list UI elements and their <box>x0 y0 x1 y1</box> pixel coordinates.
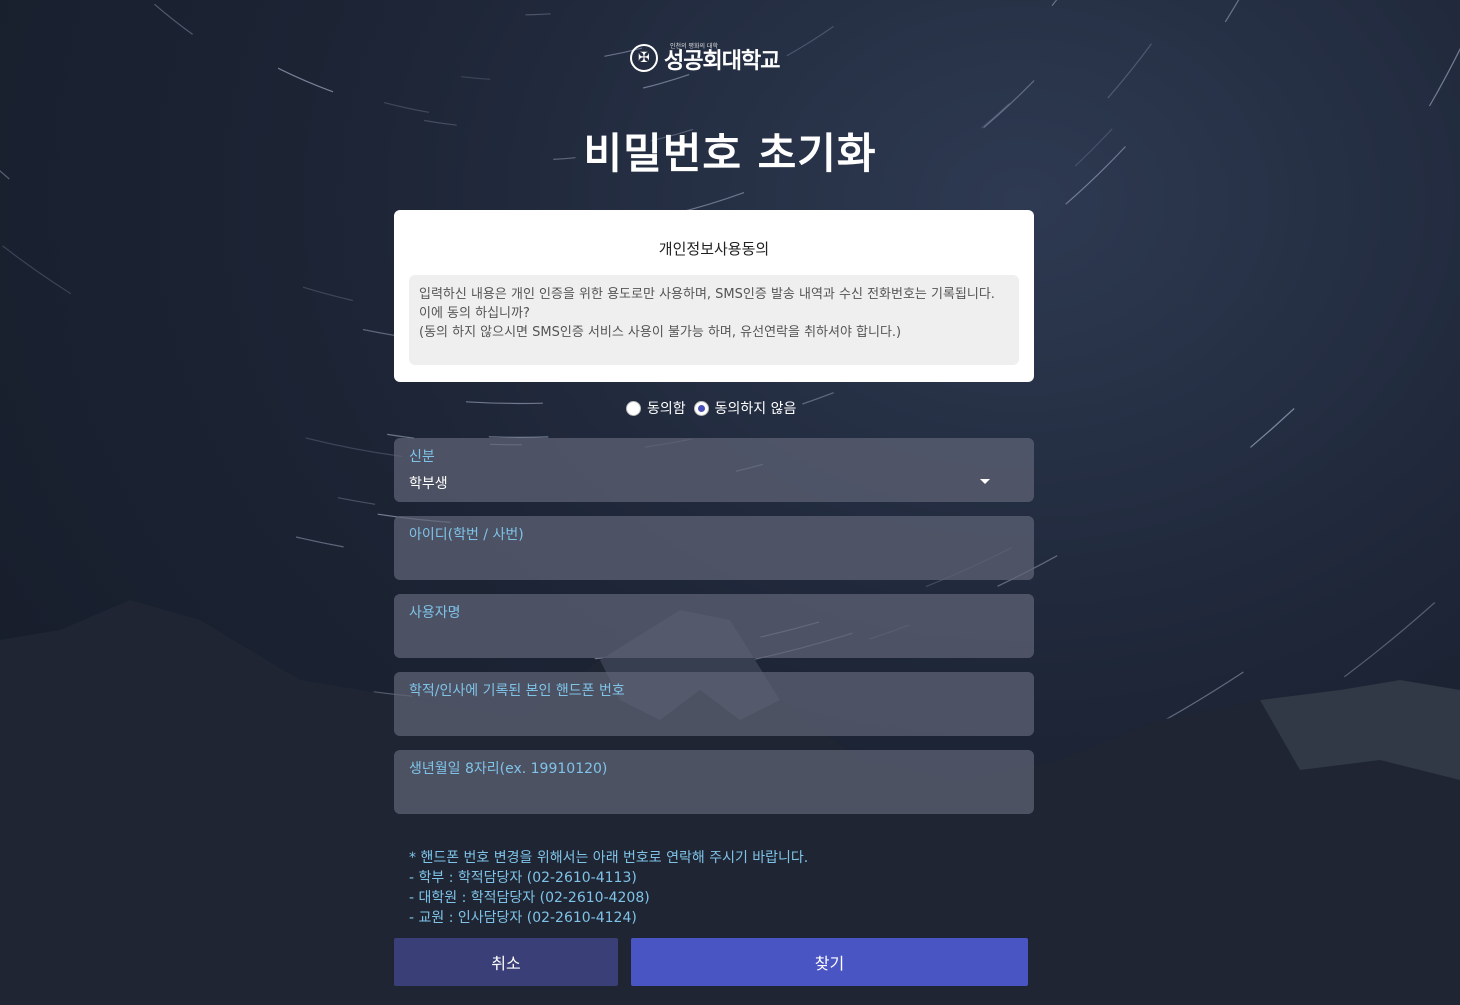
phone-input[interactable] <box>409 704 1013 730</box>
university-logo[interactable]: ✠ 인천의 평화의 대학 성공회대학교 <box>630 38 800 78</box>
consent-title: 개인정보사용동의 <box>658 240 770 258</box>
role-label: 신분 <box>409 449 435 465</box>
phone-field[interactable]: 학적/인사에 기록된 본인 핸드폰 번호 <box>394 672 1034 736</box>
page-title: 비밀번호 초기화 <box>583 129 877 178</box>
university-seal-icon: ✠ <box>630 44 658 72</box>
birth-field[interactable]: 생년월일 8자리(ex. 19910120) <box>394 750 1034 814</box>
birth-label: 생년월일 8자리(ex. 19910120) <box>409 761 608 777</box>
find-button[interactable]: 찾기 <box>631 938 1028 986</box>
chevron-down-icon[interactable] <box>980 479 990 484</box>
user-id-label: 아이디(학번 / 사번) <box>409 527 524 543</box>
notice-heading: * 핸드폰 번호 변경을 위해서는 아래 번호로 연락해 주시기 바랍니다. <box>409 850 809 866</box>
user-name-field[interactable]: 사용자명 <box>394 594 1034 658</box>
user-id-input[interactable] <box>409 548 1013 574</box>
agree-radio[interactable] <box>626 400 641 416</box>
notice-line-grad: - 대학원 : 학적담당자 (02-2610-4208) <box>409 890 650 906</box>
user-id-field[interactable]: 아이디(학번 / 사번) <box>394 516 1034 580</box>
disagree-radio[interactable] <box>693 400 709 416</box>
user-name-input[interactable] <box>409 626 1013 652</box>
consent-radio-group: 동의함 동의하지 않음 <box>626 398 804 418</box>
agree-label[interactable]: 동의함 <box>647 398 686 418</box>
consent-panel: 개인정보사용동의 입력하신 내용은 개인 인증을 위한 용도로만 사용하며, S… <box>394 210 1034 382</box>
role-select[interactable]: 신분 학부생 <box>394 438 1034 502</box>
disagree-label[interactable]: 동의하지 않음 <box>715 398 797 418</box>
user-name-label: 사용자명 <box>409 605 461 621</box>
role-value: 학부생 <box>409 476 448 492</box>
logo-name: 성공회대학교 <box>664 48 780 74</box>
notice-line-faculty: - 교원 : 인사담당자 (02-2610-4124) <box>409 910 637 926</box>
phone-label: 학적/인사에 기록된 본인 핸드폰 번호 <box>409 683 625 699</box>
consent-line-1: 입력하신 내용은 개인 인증을 위한 용도로만 사용하며, SMS인증 발송 내… <box>419 287 995 321</box>
cancel-button[interactable]: 취소 <box>394 938 618 986</box>
consent-text: 입력하신 내용은 개인 인증을 위한 용도로만 사용하며, SMS인증 발송 내… <box>409 275 1019 365</box>
birth-input[interactable] <box>409 782 1013 808</box>
consent-line-2: (동의 하지 않으시면 SMS인증 서비스 사용이 불가능 하며, 유선연락을 … <box>419 325 902 340</box>
phone-change-notice: * 핸드폰 번호 변경을 위해서는 아래 번호로 연락해 주시기 바랍니다. -… <box>409 848 808 928</box>
notice-line-undergrad: - 학부 : 학적담당자 (02-2610-4113) <box>409 870 637 886</box>
